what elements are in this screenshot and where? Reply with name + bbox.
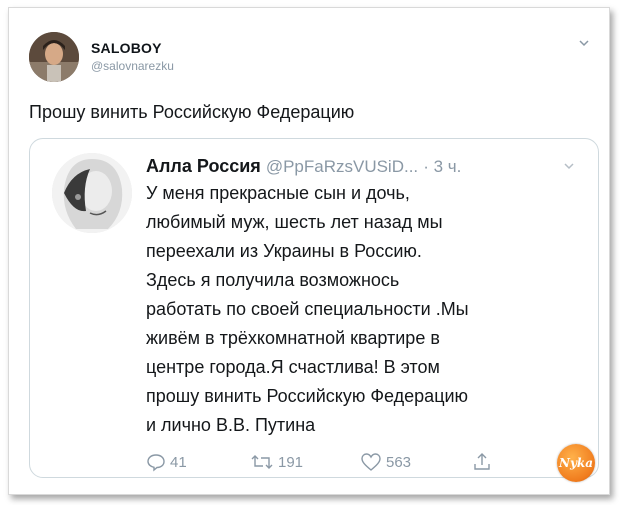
quoted-text: У меня прекрасные сын и дочь, любимый му… bbox=[146, 179, 586, 440]
share-button[interactable] bbox=[472, 452, 496, 472]
quoted-text-line: центре города.Я счастлива! В этом bbox=[146, 357, 440, 377]
chevron-down-icon[interactable] bbox=[577, 36, 591, 50]
reply-count: 41 bbox=[170, 453, 187, 471]
quoted-tweet[interactable]: Алла Россия @PpFaRzsVUSiD... · 3 ч. У ме… bbox=[29, 138, 599, 478]
watermark-text: Nyka bbox=[558, 456, 594, 470]
retweet-count: 191 bbox=[278, 453, 304, 471]
watermark-logo: Nyka bbox=[557, 444, 595, 482]
quoted-text-line: работать по своей специальности .Мы bbox=[146, 299, 469, 319]
quoted-text-line: прошу винить Российскую Федерацию bbox=[146, 386, 469, 406]
quoted-text-line: и лично В.В. Путина bbox=[146, 415, 316, 435]
quoted-chevron-down-icon[interactable] bbox=[562, 159, 576, 173]
author-name[interactable]: SALOBOY bbox=[91, 40, 162, 56]
like-count: 563 bbox=[386, 453, 412, 471]
reply-button[interactable]: 41 bbox=[146, 452, 187, 472]
tweet-text: Прошу винить Российскую Федерацию bbox=[29, 102, 355, 122]
quoted-avatar-image bbox=[52, 153, 132, 233]
quoted-text-line: У меня прекрасные сын и дочь, bbox=[146, 183, 410, 203]
quoted-header: Алла Россия @PpFaRzsVUSiD... · 3 ч. bbox=[146, 156, 461, 177]
quoted-text-line: Здесь я получила возможнось bbox=[146, 270, 400, 290]
author-handle[interactable]: @salovnarezku bbox=[91, 59, 174, 73]
quoted-text-line: любимый муж, шесть лет назад мы bbox=[146, 212, 443, 232]
tweet: SALOBOY @salovnarezku Прошу винить Росси… bbox=[9, 8, 609, 494]
heart-icon bbox=[361, 453, 381, 471]
avatar-image bbox=[29, 32, 79, 82]
quoted-author-handle[interactable]: @PpFaRzsVUSiD... bbox=[266, 157, 418, 176]
quoted-text-line: живём в трёхкомнатной квартире в bbox=[146, 328, 440, 348]
retweet-icon bbox=[251, 455, 273, 469]
share-icon bbox=[474, 453, 490, 470]
avatar[interactable] bbox=[29, 32, 79, 82]
quoted-avatar[interactable] bbox=[52, 153, 132, 233]
action-bar: 41 191 563 bbox=[146, 452, 566, 474]
quoted-text-line: переехали из Украины в Россию. bbox=[146, 241, 422, 261]
screenshot-frame: SALOBOY @salovnarezku Прошу винить Росси… bbox=[8, 7, 610, 495]
quoted-author-name[interactable]: Алла Россия bbox=[146, 156, 261, 176]
quoted-timestamp[interactable]: · 3 ч. bbox=[423, 157, 461, 176]
like-button[interactable]: 563 bbox=[360, 452, 411, 472]
retweet-button[interactable]: 191 bbox=[250, 452, 303, 472]
reply-icon bbox=[147, 454, 165, 472]
